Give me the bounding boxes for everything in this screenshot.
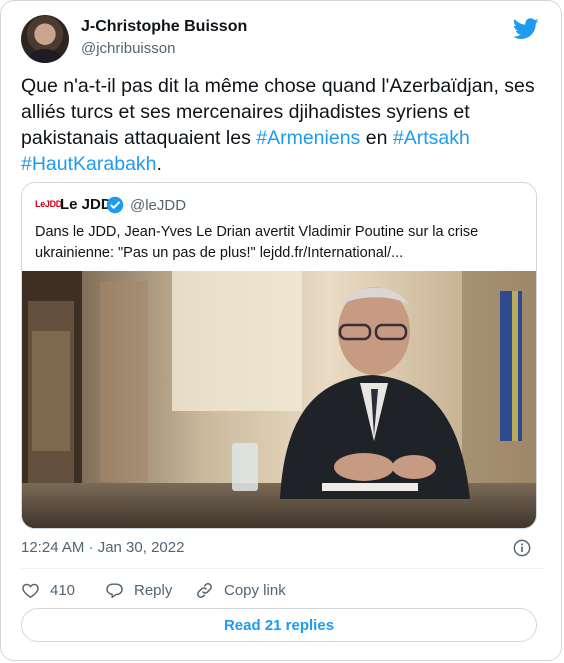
divider bbox=[21, 568, 545, 569]
verified-badge-icon bbox=[106, 196, 124, 214]
link-icon bbox=[197, 582, 212, 598]
hashtag-armeniens[interactable]: #Armeniens bbox=[256, 127, 360, 149]
quoted-display-name[interactable]: Le JDD bbox=[60, 196, 112, 213]
author-handle[interactable]: @jchribuisson bbox=[81, 40, 175, 57]
like-count: 410 bbox=[50, 581, 76, 599]
tweet-timestamp[interactable]: 12:24 AM · Jan 30, 2022 bbox=[21, 539, 184, 556]
heart-icon bbox=[22, 583, 39, 598]
read-replies-button[interactable]: Read 21 replies bbox=[21, 608, 537, 642]
like-button[interactable]: 410 bbox=[21, 579, 75, 601]
reply-label: Reply bbox=[134, 581, 173, 599]
tweet-text-segment: en bbox=[360, 127, 393, 149]
twitter-bird-icon[interactable] bbox=[513, 18, 539, 40]
author-avatar[interactable] bbox=[21, 15, 69, 63]
copy-link-label: Copy link bbox=[224, 581, 286, 599]
reply-bubble-icon bbox=[106, 582, 123, 598]
quoted-text: Dans le JDD, Jean-Yves Le Drian avertit … bbox=[35, 224, 479, 261]
tweet-card: J-Christophe Buisson @jchribuisson Que n… bbox=[0, 0, 562, 661]
quoted-photo[interactable] bbox=[22, 271, 536, 528]
quoted-handle[interactable]: @leJDD bbox=[130, 197, 186, 214]
hashtag-hautkarabakh[interactable]: #HautKarabakh bbox=[21, 153, 157, 175]
hashtag-artsakh[interactable]: #Artsakh bbox=[393, 127, 470, 149]
reply-button[interactable]: Reply bbox=[105, 579, 172, 601]
copy-link-button[interactable]: Copy link bbox=[195, 579, 286, 601]
author-display-name[interactable]: J-Christophe Buisson bbox=[81, 18, 247, 36]
info-icon[interactable] bbox=[513, 539, 531, 557]
quoted-tweet[interactable]: LeJDD Le JDD @leJDD Dans le JDD, Jean-Yv… bbox=[21, 182, 537, 529]
avatar-figure bbox=[29, 49, 61, 63]
tweet-body: Que n'a-t-il pas dit la même chose quand… bbox=[21, 73, 546, 177]
tweet-text-segment: . bbox=[156, 153, 162, 175]
jdd-logo: LeJDD bbox=[35, 199, 63, 209]
